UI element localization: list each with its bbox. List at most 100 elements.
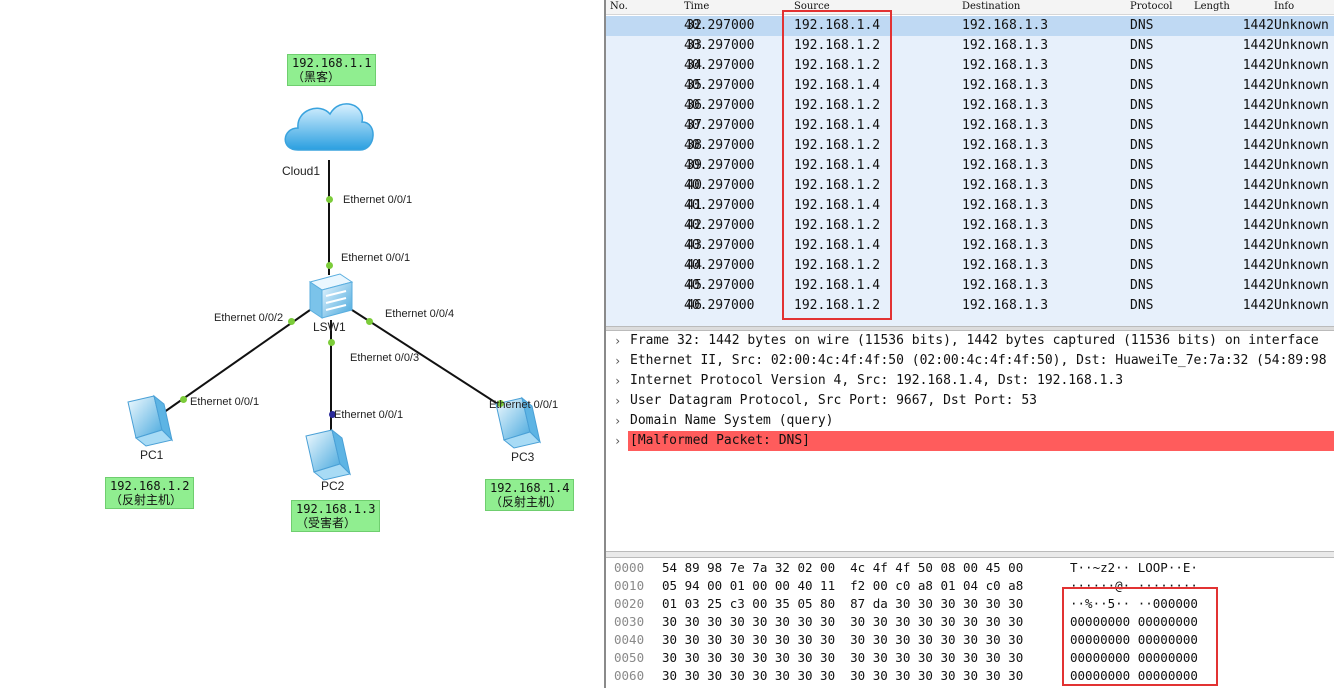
bytes-offset[interactable]: 0060 (614, 667, 644, 685)
bytes-ascii[interactable]: T··~z2·· LOOP··E· (1070, 559, 1198, 577)
detail-row[interactable]: › [Malformed Packet: DNS] (606, 431, 1334, 451)
packet-row[interactable]: 46 40.297000 192.168.1.2 192.168.1.3 DNS 1442… (606, 296, 1334, 316)
cloud-name: Cloud1 (282, 164, 321, 178)
bytes-offset[interactable]: 0040 (614, 631, 644, 649)
packet-row[interactable]: 42 40.297000 192.168.1.2 192.168.1.3 DNS 1442… (606, 216, 1334, 236)
cell-protocol: DNS (1130, 258, 1154, 273)
expand-arrow-icon[interactable]: › (614, 351, 621, 371)
switch-name: LSW1 (313, 320, 346, 334)
cell-time: 40.297000 (684, 118, 755, 133)
col-info[interactable]: Info (1274, 1, 1294, 12)
expand-arrow-icon[interactable]: › (614, 371, 621, 391)
detail-row[interactable]: › Frame 32: 1442 bytes on wire (11536 bit… (606, 331, 1334, 351)
detail-text: User Datagram Protocol, Src Port: 9667, … (630, 393, 1037, 408)
cell-time: 40.297000 (684, 258, 755, 273)
bytes-hex[interactable]: 05 94 00 01 00 00 40 11 f2 00 c0 a8 01 0… (662, 577, 1023, 595)
packet-bytes: 0000 54 89 98 7e 7a 32 02 00 4c 4f 4f 50 … (606, 558, 1334, 688)
bytes-offset[interactable]: 0000 (614, 559, 644, 577)
cell-protocol: DNS (1130, 298, 1154, 313)
cell-time: 40.297000 (684, 18, 755, 33)
bytes-row: 0030 30 30 30 30 30 30 30 30 30 30 30 30 … (606, 613, 1334, 631)
col-protocol[interactable]: Protocol (1130, 1, 1172, 12)
cell-length: 1442 (1242, 218, 1274, 233)
bytes-offset[interactable]: 0050 (614, 649, 644, 667)
col-length[interactable]: Length (1194, 1, 1230, 12)
packet-row[interactable]: 41 40.297000 192.168.1.4 192.168.1.3 DNS 1442… (606, 196, 1334, 216)
topology-pane: 192.168.1.1 （黑客） 192.168.1.2 （反射主机） 192.… (0, 0, 604, 688)
cell-destination: 192.168.1.3 (962, 258, 1049, 273)
expand-arrow-icon[interactable]: › (614, 331, 621, 351)
detail-text: Ethernet II, Src: 02:00:4c:4f:4f:50 (02:… (630, 353, 1327, 368)
cell-protocol: DNS (1130, 218, 1154, 233)
bytes-hex[interactable]: 30 30 30 30 30 30 30 30 30 30 30 30 30 3… (662, 667, 1023, 685)
cell-length: 1442 (1242, 78, 1274, 93)
pc1-name: PC1 (140, 448, 164, 462)
detail-text: Frame 32: 1442 bytes on wire (11536 bits… (630, 333, 1319, 348)
pane-splitter[interactable] (606, 551, 1334, 558)
detail-row[interactable]: › Ethernet II, Src: 02:00:4c:4f:4f:50 (02… (606, 351, 1334, 371)
port-label: Ethernet 0/0/1 (190, 396, 260, 408)
cell-length: 1442 (1242, 118, 1274, 133)
pc2-icon (305, 428, 351, 481)
packet-row-partial[interactable] (606, 316, 1334, 326)
expand-arrow-icon[interactable]: › (614, 431, 621, 451)
detail-row[interactable]: › User Datagram Protocol, Src Port: 9667,… (606, 391, 1334, 411)
detail-text: [Malformed Packet: DNS] (628, 431, 1334, 451)
expand-arrow-icon[interactable]: › (614, 391, 621, 411)
col-time[interactable]: Time (684, 1, 709, 12)
cell-destination: 192.168.1.3 (962, 218, 1049, 233)
pc2-name: PC2 (321, 479, 345, 493)
bytes-offset[interactable]: 0010 (614, 577, 644, 595)
detail-row[interactable]: › Domain Name System (query) (606, 411, 1334, 431)
cloud-icon (284, 103, 374, 151)
packet-row[interactable]: 38 40.297000 192.168.1.2 192.168.1.3 DNS 1442… (606, 136, 1334, 156)
cell-info: Unknown (1274, 38, 1329, 53)
bytes-hex[interactable]: 30 30 30 30 30 30 30 30 30 30 30 30 30 3… (662, 649, 1023, 667)
cell-destination: 192.168.1.3 (962, 138, 1049, 153)
bytes-offset[interactable]: 0020 (614, 595, 644, 613)
cell-info: Unknown (1274, 58, 1329, 73)
cell-protocol: DNS (1130, 238, 1154, 253)
cell-time: 40.297000 (684, 298, 755, 313)
cell-protocol: DNS (1130, 278, 1154, 293)
bytes-row: 0060 30 30 30 30 30 30 30 30 30 30 30 30 … (606, 667, 1334, 685)
cell-info: Unknown (1274, 278, 1329, 293)
port-dot (288, 318, 295, 325)
cell-destination: 192.168.1.3 (962, 238, 1049, 253)
packet-row[interactable]: 36 40.297000 192.168.1.2 192.168.1.3 DNS 1442… (606, 96, 1334, 116)
detail-row[interactable]: › Internet Protocol Version 4, Src: 192.1… (606, 371, 1334, 391)
pc1-ip-label: 192.168.1.2 （反射主机） (105, 477, 195, 509)
cell-length: 1442 (1242, 198, 1274, 213)
source-highlight-box (782, 10, 892, 320)
packet-row[interactable]: 45 40.297000 192.168.1.4 192.168.1.3 DNS 1442… (606, 276, 1334, 296)
cell-info: Unknown (1274, 198, 1329, 213)
port-dot (180, 396, 187, 403)
packet-row[interactable]: 43 40.297000 192.168.1.4 192.168.1.3 DNS 1442… (606, 236, 1334, 256)
expand-arrow-icon[interactable]: › (614, 411, 621, 431)
cell-length: 1442 (1242, 158, 1274, 173)
cell-time: 40.297000 (684, 78, 755, 93)
packet-row[interactable]: 40 40.297000 192.168.1.2 192.168.1.3 DNS 1442… (606, 176, 1334, 196)
bytes-hex[interactable]: 01 03 25 c3 00 35 05 80 87 da 30 30 30 3… (662, 595, 1023, 613)
packet-row[interactable]: 32 40.297000 192.168.1.4 192.168.1.3 DNS 1442… (606, 16, 1334, 36)
packet-row[interactable]: 34 40.297000 192.168.1.2 192.168.1.3 DNS 1442… (606, 56, 1334, 76)
packet-row[interactable]: 35 40.297000 192.168.1.4 192.168.1.3 DNS 1442… (606, 76, 1334, 96)
bytes-row: 0000 54 89 98 7e 7a 32 02 00 4c 4f 4f 50 … (606, 559, 1334, 577)
bytes-hex[interactable]: 54 89 98 7e 7a 32 02 00 4c 4f 4f 50 08 0… (662, 559, 1023, 577)
packet-row[interactable]: 33 40.297000 192.168.1.2 192.168.1.3 DNS 1442… (606, 36, 1334, 56)
port-label: Ethernet 0/0/1 (334, 409, 404, 421)
cell-protocol: DNS (1130, 58, 1154, 73)
packet-row[interactable]: 44 40.297000 192.168.1.2 192.168.1.3 DNS 1442… (606, 256, 1334, 276)
cell-destination: 192.168.1.3 (962, 298, 1049, 313)
bytes-offset[interactable]: 0030 (614, 613, 644, 631)
bytes-hex[interactable]: 30 30 30 30 30 30 30 30 30 30 30 30 30 3… (662, 631, 1023, 649)
port-label: Ethernet 0/0/2 (214, 312, 284, 324)
cell-destination: 192.168.1.3 (962, 198, 1049, 213)
packet-row[interactable]: 39 40.297000 192.168.1.4 192.168.1.3 DNS 1442… (606, 156, 1334, 176)
switch-icon (308, 273, 354, 319)
cell-info: Unknown (1274, 18, 1329, 33)
bytes-hex[interactable]: 30 30 30 30 30 30 30 30 30 30 30 30 30 3… (662, 613, 1023, 631)
col-destination[interactable]: Destination (962, 1, 1020, 12)
col-no[interactable]: No. (610, 1, 628, 12)
packet-row[interactable]: 37 40.297000 192.168.1.4 192.168.1.3 DNS 1442… (606, 116, 1334, 136)
